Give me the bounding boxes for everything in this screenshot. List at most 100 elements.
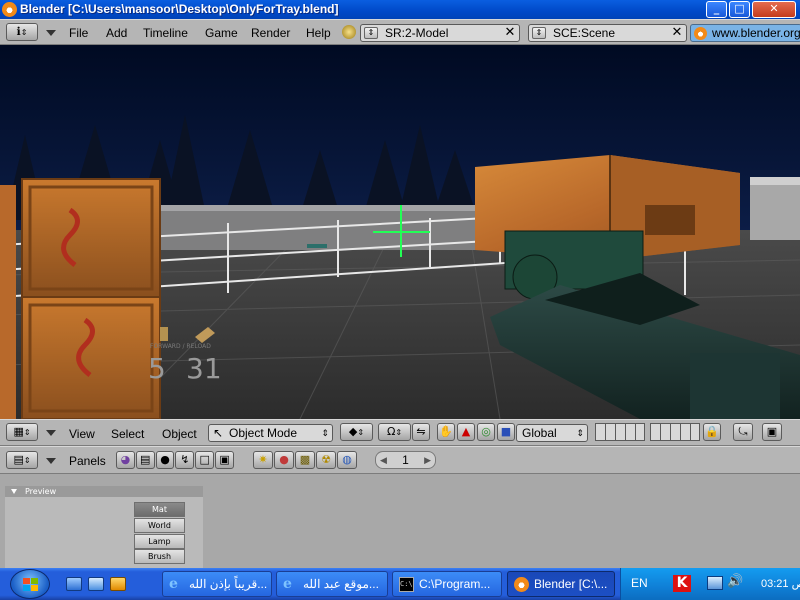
- language-indicator[interactable]: EN: [631, 576, 648, 590]
- screen-browse-icon[interactable]: ⇕: [364, 27, 378, 39]
- info-header: ℹ⇕ File Add Timeline Game Render Help ⇕ …: [0, 19, 800, 45]
- 3d-viewport[interactable]: FORWARD / RELOAD 5 31: [0, 45, 800, 419]
- rotate-button[interactable]: ◎: [477, 423, 495, 441]
- menu-object[interactable]: Object: [162, 427, 197, 441]
- distant-object: [307, 244, 327, 248]
- taskbar-item-blender[interactable]: Blender [C:\...: [507, 571, 615, 597]
- taskbar-item-cmd[interactable]: C:\ C:\Program...: [392, 571, 502, 597]
- menu-timeline[interactable]: Timeline: [143, 26, 188, 40]
- shading-context-button[interactable]: ●: [155, 451, 175, 469]
- preview-lamp-button[interactable]: Lamp: [134, 534, 185, 549]
- window-type-button[interactable]: ℹ⇕: [6, 23, 38, 41]
- panel-collapse-icon[interactable]: [11, 489, 17, 494]
- preview-brush-button[interactable]: Brush: [134, 549, 185, 564]
- blender-icon: [514, 577, 529, 592]
- render-button[interactable]: ▣: [762, 423, 782, 441]
- translate-button[interactable]: ▲: [457, 423, 475, 441]
- sphere-icon: ●: [160, 453, 170, 466]
- object-mode-icon: ↖: [213, 426, 224, 440]
- menu-file[interactable]: File: [69, 26, 88, 40]
- minimize-button[interactable]: _: [706, 1, 727, 18]
- pivot-button[interactable]: Ω⇕: [378, 423, 411, 441]
- start-button[interactable]: [10, 569, 50, 599]
- link-text[interactable]: www.blender.org: [712, 26, 800, 40]
- material-subcontext-button[interactable]: ●: [274, 451, 294, 469]
- close-icon[interactable]: ✕: [503, 26, 517, 40]
- crate-left-top: [21, 178, 161, 298]
- lock-button[interactable]: 🔒: [703, 423, 721, 441]
- window-type-button[interactable]: ▤⇕: [6, 451, 38, 469]
- screen-name[interactable]: SR:2-Model: [385, 26, 448, 40]
- hand-manipulator-button[interactable]: ✋: [437, 423, 455, 441]
- window-title-bar[interactable]: Blender [C:\Users\mansoor\Desktop\OnlyFo…: [0, 0, 800, 19]
- taskbar-item-ie-1[interactable]: e قريباً بإذن الله...: [162, 571, 272, 597]
- tree: [365, 140, 405, 210]
- snap-button[interactable]: ⤿: [733, 423, 753, 441]
- concrete-wall-top: [160, 205, 490, 211]
- mode-selector[interactable]: ↖ Object Mode ⇕: [208, 424, 333, 442]
- radiosity-subcontext-button[interactable]: ☢: [316, 451, 336, 469]
- mode-label[interactable]: Object Mode: [229, 426, 297, 440]
- preview-panel-header[interactable]: Preview: [5, 486, 203, 497]
- menu-help[interactable]: Help: [306, 26, 331, 40]
- script-icon: ▤: [140, 453, 151, 466]
- close-icon[interactable]: ✕: [670, 26, 684, 40]
- switch-windows-icon[interactable]: [88, 577, 104, 591]
- layer-buttons-group-2[interactable]: [650, 423, 700, 441]
- world-subcontext-button[interactable]: ◍: [337, 451, 357, 469]
- frame-value[interactable]: 1: [402, 453, 409, 467]
- antivirus-icon[interactable]: K: [673, 575, 691, 592]
- collapse-menu-icon[interactable]: [46, 30, 56, 36]
- volume-icon[interactable]: 🔊: [727, 574, 743, 589]
- triangle-icon: ▲: [461, 425, 471, 438]
- square-icon: ■: [500, 425, 512, 438]
- decrement-icon[interactable]: ◀: [380, 452, 387, 468]
- world-icon: ◍: [342, 453, 352, 466]
- lamp-subcontext-button[interactable]: ✷: [253, 451, 273, 469]
- collapse-menu-icon[interactable]: [46, 430, 56, 436]
- taskbar-item-ie-2[interactable]: e موقع عبد الله...: [276, 571, 388, 597]
- blender-icon: [2, 2, 17, 17]
- scene-browse-icon[interactable]: ⇕: [532, 27, 546, 39]
- clock[interactable]: 03:21 ص: [761, 577, 800, 590]
- draw-type-button[interactable]: ◆⇕: [340, 423, 373, 441]
- maximize-button[interactable]: □: [729, 1, 750, 18]
- layer-toggle-button[interactable]: ⇋: [412, 423, 430, 441]
- orientation-selector[interactable]: Global ⇕: [516, 424, 588, 442]
- menu-add[interactable]: Add: [106, 26, 127, 40]
- increment-icon[interactable]: ▶: [424, 452, 431, 468]
- menu-render[interactable]: Render: [251, 26, 290, 40]
- blender-website-link[interactable]: www.blender.org: [690, 24, 800, 42]
- tree: [225, 130, 275, 215]
- object-context-button[interactable]: ↯: [175, 451, 195, 469]
- frame-number-field[interactable]: ◀ 1 ▶: [375, 451, 436, 469]
- scene-selector[interactable]: ⇕ SCE:Scene ✕: [528, 24, 687, 42]
- preview-mat-button[interactable]: Mat: [134, 502, 185, 517]
- editing-context-button[interactable]: □: [195, 451, 215, 469]
- texture-subcontext-button[interactable]: ▩: [295, 451, 315, 469]
- menu-game[interactable]: Game: [205, 26, 238, 40]
- screen-selector[interactable]: ⇕ SR:2-Model ✕: [360, 24, 520, 42]
- logic-context-button[interactable]: ◕: [116, 451, 135, 469]
- menu-select[interactable]: Select: [111, 427, 144, 441]
- scene-context-button[interactable]: ▣: [215, 451, 234, 469]
- orientation-label[interactable]: Global: [522, 426, 557, 440]
- hand-icon: ✋: [439, 425, 453, 438]
- media-player-icon[interactable]: [110, 577, 126, 591]
- show-desktop-icon[interactable]: [66, 577, 82, 591]
- close-button[interactable]: ✕: [752, 1, 796, 18]
- scene-name[interactable]: SCE:Scene: [553, 26, 615, 40]
- menu-view[interactable]: View: [69, 427, 95, 441]
- script-context-button[interactable]: ▤: [135, 451, 155, 469]
- layer-buttons-group-1[interactable]: [595, 423, 645, 441]
- window-type-button[interactable]: ▦⇕: [6, 423, 38, 441]
- context-buttons: ◕ ▤ ● ↯ □ ▣: [116, 451, 234, 471]
- collapse-menu-icon[interactable]: [46, 458, 56, 464]
- scale-button[interactable]: ■: [497, 423, 515, 441]
- panels-label[interactable]: Panels: [69, 454, 106, 468]
- preview-world-button[interactable]: World: [134, 518, 185, 533]
- axis-icon: ↯: [180, 453, 190, 466]
- network-icon[interactable]: [707, 576, 723, 590]
- blender-icon: [694, 27, 707, 40]
- gear-icon[interactable]: [342, 25, 356, 39]
